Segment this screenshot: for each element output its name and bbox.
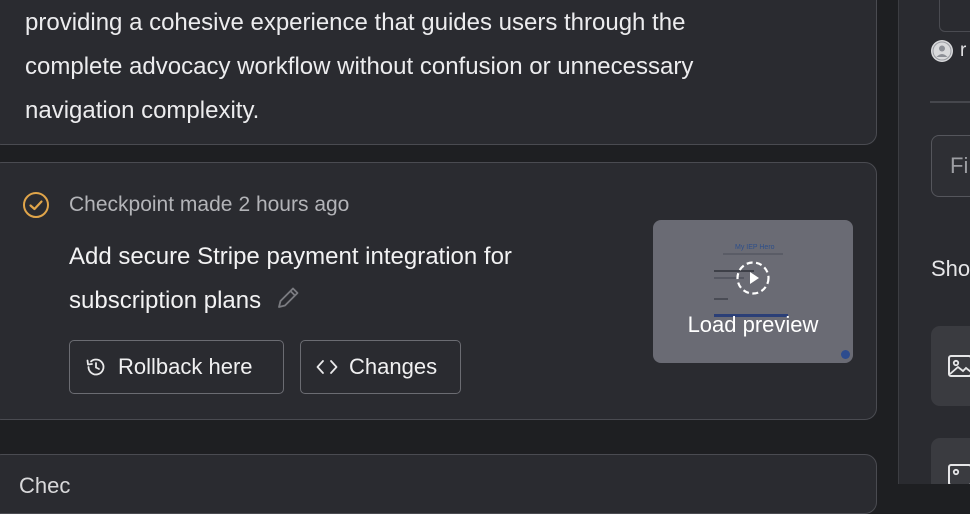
panel-heading: Sho bbox=[931, 256, 970, 281]
edit-pencil-icon[interactable] bbox=[275, 285, 301, 311]
image-icon bbox=[948, 355, 970, 377]
message-line: providing a cohesive experience that gui… bbox=[25, 9, 686, 36]
filter-input[interactable] bbox=[931, 135, 970, 197]
rollback-button[interactable]: Rollback here bbox=[69, 340, 284, 394]
preview-thumb-dot bbox=[841, 350, 850, 359]
preview-thumb-line bbox=[714, 298, 728, 300]
checkpoint-status: Checkpoint made bbox=[69, 193, 233, 216]
chat-feed: providing a cohesive experience that gui… bbox=[0, 0, 898, 514]
changes-button[interactable]: Changes bbox=[300, 340, 461, 394]
side-panel: r Sho bbox=[898, 0, 970, 484]
load-preview-label: Load preview bbox=[687, 312, 819, 337]
changes-label: Changes bbox=[349, 354, 438, 379]
checkpoint-title-text: subscription plans bbox=[69, 287, 262, 314]
rollback-label: Rollback here bbox=[118, 354, 253, 379]
message-line: complete advocacy workflow without confu… bbox=[25, 53, 694, 80]
checkpoint-title: Add secure Stripe payment integration fo… bbox=[69, 235, 629, 323]
checkpoint-card: Checkpoint made 2 hours ago Add secure St… bbox=[0, 162, 877, 420]
message-card: providing a cohesive experience that gui… bbox=[0, 0, 877, 145]
message-text: providing a cohesive experience that gui… bbox=[25, 1, 845, 133]
divider bbox=[930, 101, 970, 103]
history-icon bbox=[86, 358, 105, 376]
message-line: navigation complexity. bbox=[25, 97, 260, 124]
message-card: Chec bbox=[0, 454, 877, 514]
message-text: Chec bbox=[19, 473, 71, 498]
checkpoint-label: Checkpoint made 2 hours ago bbox=[69, 193, 349, 217]
load-preview-thumbnail[interactable]: My IEP Hero Load preview bbox=[653, 220, 853, 363]
checkpoint-title-line: subscription plans bbox=[69, 279, 629, 323]
code-brackets-icon bbox=[316, 360, 338, 374]
avatar-text: r bbox=[960, 40, 967, 61]
preview-thumb-title: My IEP Hero bbox=[735, 244, 775, 251]
image-tile[interactable] bbox=[931, 326, 970, 406]
checkpoint-check-icon bbox=[23, 192, 49, 218]
checkpoint-title-line: Add secure Stripe payment integration fo… bbox=[69, 243, 512, 270]
preview-thumb-line bbox=[723, 253, 783, 255]
checkpoint-time: 2 hours ago bbox=[238, 193, 350, 216]
image-icon bbox=[948, 464, 970, 484]
panel-box bbox=[939, 0, 970, 32]
play-icon bbox=[736, 261, 770, 295]
avatar bbox=[931, 40, 953, 62]
image-tile[interactable] bbox=[931, 438, 970, 484]
